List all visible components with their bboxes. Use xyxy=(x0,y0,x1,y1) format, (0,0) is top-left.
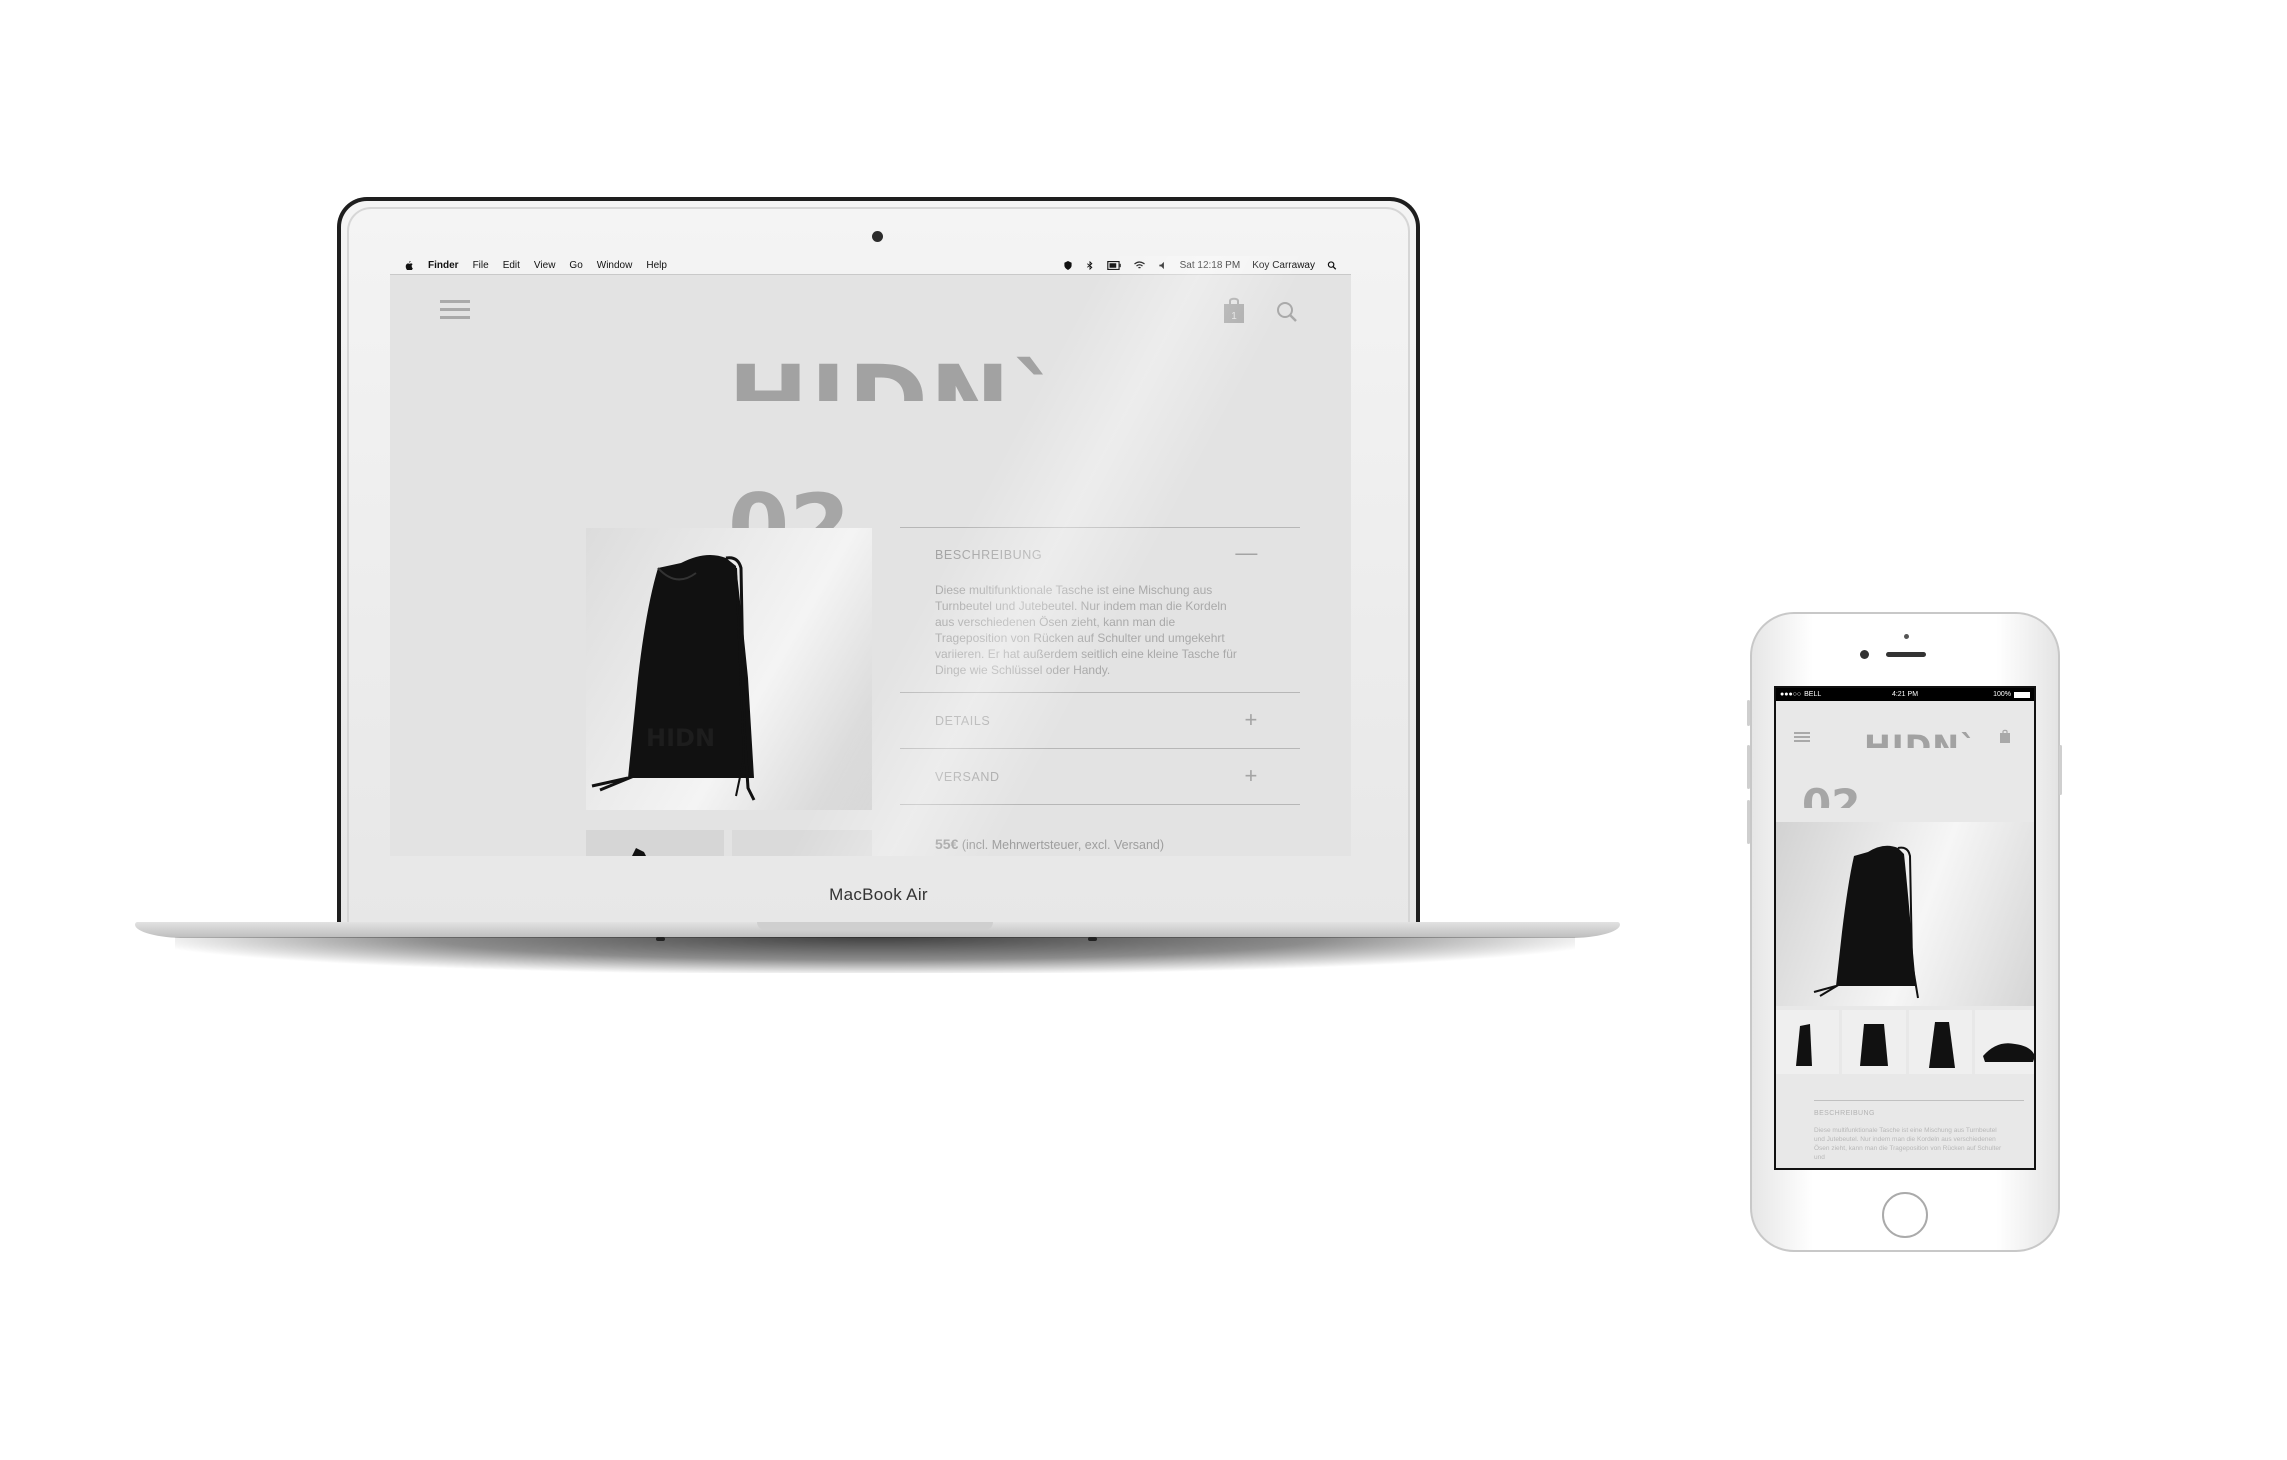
mac-menubar: Finder File Edit View Go Window Help Sat… xyxy=(390,256,1351,275)
accordion-description-title[interactable]: BESCHREIBUNG xyxy=(1814,1110,1875,1117)
laptop-screen: Finder File Edit View Go Window Help Sat… xyxy=(390,256,1351,856)
thumbnail-bag-image xyxy=(632,848,646,856)
product-thumbnails xyxy=(1776,1010,2034,1074)
battery-icon[interactable] xyxy=(1106,260,1121,270)
divider xyxy=(1814,1100,2024,1101)
laptop-hinge-notch xyxy=(757,922,993,930)
accordion-description-header[interactable]: BESCHREIBUNG — xyxy=(900,528,1300,582)
phone-volume-up xyxy=(1747,745,1750,789)
thumbnail-bag-image xyxy=(1982,1043,2034,1062)
home-button[interactable] xyxy=(1882,1192,1928,1238)
wifi-icon[interactable] xyxy=(1133,260,1146,270)
menu-help[interactable]: Help xyxy=(646,260,667,271)
accordion-details-header[interactable]: DETAILS + xyxy=(900,693,1300,748)
phone-status-bar: ●●●○○ BELL 4:21 PM 100% xyxy=(1776,688,2034,701)
product-number: 02 xyxy=(728,475,848,532)
site-logo[interactable]: HIDN` xyxy=(728,343,1058,401)
laptop-shadow xyxy=(175,937,1575,973)
product-image[interactable] xyxy=(1776,822,2034,1006)
menu-user[interactable]: Koy Carraway xyxy=(1252,260,1315,271)
phone-volume-down xyxy=(1747,800,1750,844)
thumbnail-bag-image xyxy=(1796,1024,1812,1066)
product-number-text: 02 xyxy=(728,475,848,532)
expand-icon[interactable]: + xyxy=(1245,763,1258,789)
accordion-description-title: BESCHREIBUNG xyxy=(935,548,1043,562)
product-thumbnail[interactable] xyxy=(1776,1010,1840,1074)
shield-icon[interactable] xyxy=(1063,260,1073,270)
shopping-bag-icon[interactable] xyxy=(1999,729,2011,743)
shopping-bag-icon[interactable]: 1 xyxy=(1223,296,1245,324)
product-number: 02 xyxy=(1802,780,1872,809)
search-icon[interactable] xyxy=(1276,301,1298,323)
menu-clock[interactable]: Sat 12:18 PM xyxy=(1180,260,1241,271)
divider xyxy=(900,804,1300,805)
menu-view[interactable]: View xyxy=(534,260,556,271)
site-logo-text: HIDN` xyxy=(1864,728,1974,748)
phone-sensor xyxy=(1904,634,1909,639)
product-thumbnail[interactable] xyxy=(1842,1010,1906,1074)
price-note: (incl. Mehrwertsteuer, excl. Versand) xyxy=(961,838,1165,852)
cart-count: 1 xyxy=(1231,311,1237,322)
laptop-brand-label: MacBook Air xyxy=(829,885,928,904)
menu-go[interactable]: Go xyxy=(569,260,582,271)
laptop-foot xyxy=(1088,937,1097,941)
menu-hamburger-icon[interactable] xyxy=(1794,732,1810,743)
product-image[interactable]: HIDN xyxy=(586,528,872,810)
phone-power-button xyxy=(2059,745,2062,795)
volume-icon[interactable] xyxy=(1158,261,1168,270)
phone-mute-switch xyxy=(1747,700,1750,726)
phone-speaker xyxy=(1886,652,1926,657)
product-price: 55€ (incl. Mehrwertsteuer, excl. Versand… xyxy=(935,836,1164,852)
product-thumbnail[interactable] xyxy=(1908,1010,1972,1074)
product-thumbnail[interactable] xyxy=(586,830,724,856)
laptop-foot xyxy=(656,937,665,941)
drawstring-bag-image: HIDN xyxy=(591,554,756,801)
menu-window[interactable]: Window xyxy=(597,260,633,271)
thumbnail-bag-image xyxy=(1928,1022,1955,1068)
expand-icon[interactable]: + xyxy=(1245,707,1258,733)
collapse-icon[interactable]: — xyxy=(1235,540,1258,566)
accordion-description-text: Diese multifunktionale Tasche ist eine M… xyxy=(1814,1127,2002,1161)
thumbnail-bag-image xyxy=(1860,1024,1889,1066)
menu-hamburger-icon[interactable] xyxy=(440,300,470,320)
accordion-details-title: DETAILS xyxy=(935,713,991,728)
spotlight-search-icon[interactable] xyxy=(1327,260,1337,270)
laptop-camera xyxy=(872,231,883,242)
accordion-shipping-title: VERSAND xyxy=(935,769,1000,784)
product-thumbnail[interactable] xyxy=(1974,1010,2034,1074)
product-thumbnail[interactable] xyxy=(732,830,872,856)
accordion-shipping-header[interactable]: VERSAND + xyxy=(900,749,1300,804)
site-logo-text: HIDN` xyxy=(728,345,1058,401)
price-value: 55€ xyxy=(935,836,959,852)
menu-edit[interactable]: Edit xyxy=(503,260,520,271)
phone-front-camera xyxy=(1860,650,1869,659)
status-time: 4:21 PM xyxy=(1891,691,1919,698)
drawstring-bag-image xyxy=(1813,845,1919,999)
menu-app-name[interactable]: Finder xyxy=(428,260,459,271)
svg-text:HIDN: HIDN xyxy=(646,724,715,752)
product-number-text: 02 xyxy=(1802,780,1861,809)
accordion-description-text: Diese multifunktionale Tasche ist eine M… xyxy=(935,583,1237,677)
product-accordion: BESCHREIBUNG — Diese multifunktionale Ta… xyxy=(900,527,1300,805)
apple-icon[interactable] xyxy=(404,260,414,270)
bluetooth-icon[interactable] xyxy=(1085,260,1095,270)
menu-file[interactable]: File xyxy=(473,260,489,271)
site-logo[interactable]: HIDN` xyxy=(1864,728,1974,748)
phone-screen: ●●●○○ BELL 4:21 PM 100% HIDN` 02 BESCHRE… xyxy=(1774,686,2036,1170)
